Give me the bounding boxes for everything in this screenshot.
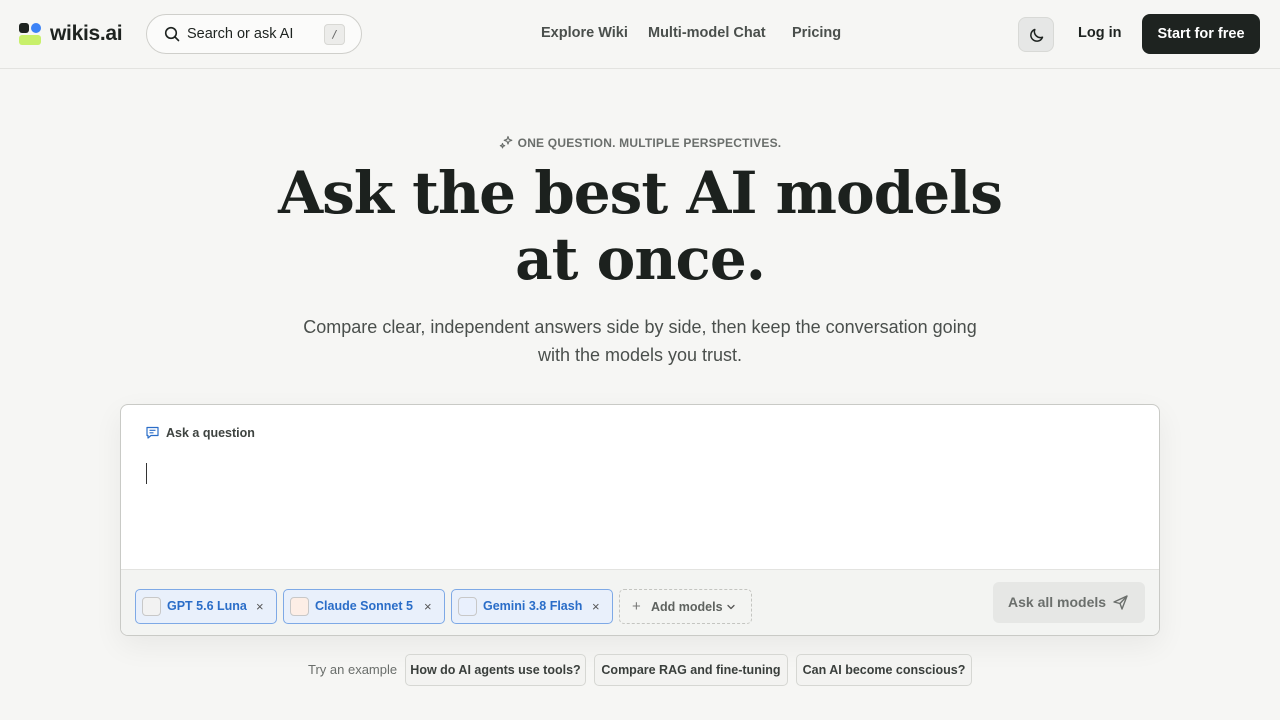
hero-title: Ask the best AI models at once. [278,159,1003,293]
logo[interactable]: wikis.ai [19,22,123,46]
sparkles-icon [499,135,513,149]
add-models-label: Add models [651,600,723,614]
start-free-button[interactable]: Start for free [1142,14,1260,54]
question-textarea[interactable] [141,455,1141,555]
example-chip[interactable]: How do AI agents use tools? [405,654,586,686]
search-shortcut-key: / [324,24,345,45]
top-nav: wikis.ai Search or ask AI / Explore Wiki… [0,0,1280,69]
chevron-down-icon [727,604,735,610]
chat-bubble-icon [146,426,159,439]
model-chip-gpt[interactable]: GPT 5.6 Luna × [135,589,277,624]
model-avatar-icon [142,597,161,616]
model-chip-label: Claude Sonnet 5 [315,599,413,613]
example-chip[interactable]: Compare RAG and fine-tuning [594,654,788,686]
search-placeholder: Search or ask AI [187,26,294,42]
add-models-dropdown[interactable]: + Add models [619,589,752,624]
moon-icon [1030,28,1044,42]
model-chip-gemini[interactable]: Gemini 3.8 Flash × [451,589,613,624]
search-icon [164,26,180,42]
nav-explore-wiki[interactable]: Explore Wiki [541,25,628,41]
ask-question-header: Ask a question [145,425,255,440]
hero-subtitle: Compare clear, independent answers side … [303,317,977,365]
nav-multi-model-chat[interactable]: Multi-model Chat [648,25,766,41]
logo-mark-icon [19,23,41,45]
ask-all-models-button[interactable]: Ask all models [993,582,1145,623]
nav-pricing[interactable]: Pricing [792,25,841,41]
hero-eyebrow-text: ONE QUESTION. MULTIPLE PERSPECTIVES. [517,136,782,150]
theme-toggle-button[interactable] [1018,17,1054,52]
model-chip-label: Gemini 3.8 Flash [483,599,583,613]
close-icon[interactable]: × [592,599,600,614]
ask-question-label: Ask a question [166,425,255,440]
login-link[interactable]: Log in [1078,25,1122,41]
send-icon [1113,595,1128,610]
model-selector-bar: GPT 5.6 Luna × Claude Sonnet 5 × Gemini … [121,569,1159,635]
hero-eyebrow: ONE QUESTION. MULTIPLE PERSPECTIVES. [0,135,1280,150]
logo-text: wikis.ai [50,22,123,45]
ask-all-models-label: Ask all models [1008,594,1107,610]
plus-icon: + [632,598,641,615]
model-avatar-icon [290,597,309,616]
example-chip[interactable]: Can AI become conscious? [796,654,972,686]
model-chip-claude[interactable]: Claude Sonnet 5 × [283,589,445,624]
try-example-label: Try an example [308,662,398,677]
model-chip-label: GPT 5.6 Luna [167,599,247,613]
model-avatar-icon [458,597,477,616]
ask-question-card: Ask a question GPT 5.6 Luna × Claude Son… [120,404,1160,636]
close-icon[interactable]: × [256,599,264,614]
close-icon[interactable]: × [424,599,432,614]
text-caret [146,463,147,484]
